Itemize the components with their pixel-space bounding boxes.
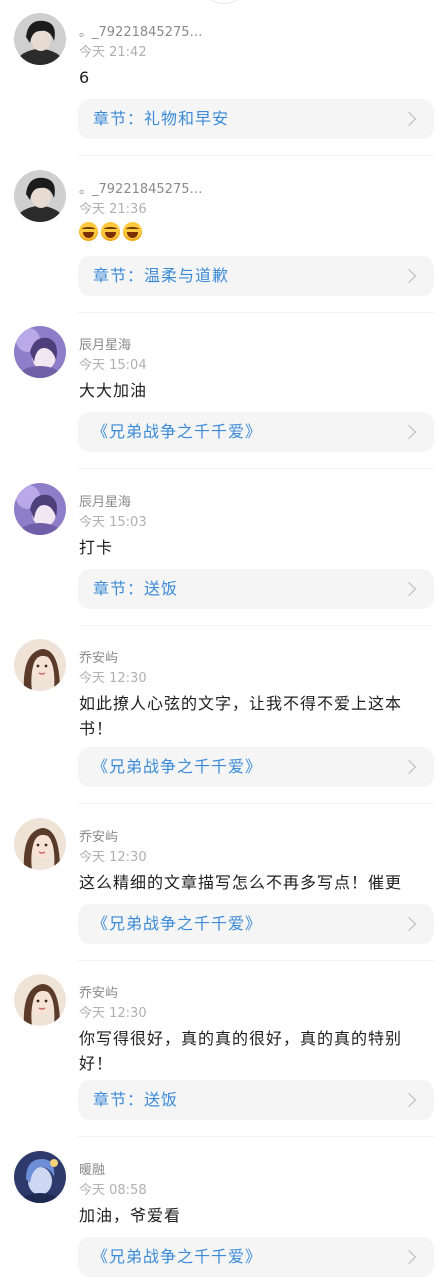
username[interactable]: 辰月星海 xyxy=(79,491,131,510)
timestamp: 今天 12:30 xyxy=(79,671,147,686)
source-label: 章节：送饭 xyxy=(93,1090,179,1109)
avatar[interactable] xyxy=(14,326,66,378)
divider xyxy=(78,155,434,156)
scroll-top-handle[interactable] xyxy=(204,0,244,4)
source-link[interactable]: 《兄弟战争之千千爱》 xyxy=(78,747,434,787)
chevron-right-icon xyxy=(401,1249,417,1265)
username[interactable]: 暖融 xyxy=(79,1159,105,1178)
avatar[interactable] xyxy=(14,974,66,1026)
username[interactable]: 乔安屿 xyxy=(79,826,118,845)
divider xyxy=(78,625,434,626)
timestamp: 今天 12:30 xyxy=(79,1006,147,1021)
divider xyxy=(78,1136,434,1137)
username[interactable]: 。_79221845275… xyxy=(79,21,202,40)
laughing-tears-emoji-icon xyxy=(79,222,98,241)
chevron-right-icon xyxy=(401,424,417,440)
source-link[interactable]: 章节：温柔与道歉 xyxy=(78,256,434,296)
chevron-right-icon xyxy=(401,268,417,284)
chevron-right-icon xyxy=(401,759,417,775)
source-link[interactable]: 章节：送饭 xyxy=(78,1080,434,1120)
comment-emoji-row xyxy=(79,222,142,241)
source-label: 《兄弟战争之千千爱》 xyxy=(92,422,263,441)
comment-text: 打卡 xyxy=(79,538,114,557)
source-label: 《兄弟战争之千千爱》 xyxy=(92,914,263,933)
source-label: 章节：温柔与道歉 xyxy=(93,266,230,285)
comment-text: 如此撩人心弦的文字，让我不得不爱上这本书！ xyxy=(79,694,403,738)
source-link[interactable]: 章节：送饭 xyxy=(78,569,434,609)
avatar[interactable] xyxy=(14,818,66,870)
username[interactable]: 。_79221845275… xyxy=(79,178,202,197)
comment-text: 你写得很好，真的真的很好，真的真的特别好！ xyxy=(79,1029,403,1073)
username[interactable]: 辰月星海 xyxy=(79,334,131,353)
divider xyxy=(78,312,434,313)
avatar[interactable] xyxy=(14,13,66,65)
laughing-tears-emoji-icon xyxy=(123,222,142,241)
avatar[interactable] xyxy=(14,1151,66,1203)
divider xyxy=(78,960,434,961)
source-link[interactable]: 《兄弟战争之千千爱》 xyxy=(78,904,434,944)
comment-text: 这么精细的文章描写怎么不再多写点！催更 xyxy=(79,873,403,892)
comment-text: 加油，爷爱看 xyxy=(79,1206,182,1225)
timestamp: 今天 15:03 xyxy=(79,515,147,530)
divider xyxy=(78,468,434,469)
avatar[interactable] xyxy=(14,483,66,535)
source-label: 章节：礼物和早安 xyxy=(93,109,230,128)
username[interactable]: 乔安屿 xyxy=(79,982,118,1001)
chevron-right-icon xyxy=(401,1092,417,1108)
timestamp: 今天 15:04 xyxy=(79,358,147,373)
comment-text: 大大加油 xyxy=(79,381,148,400)
username[interactable]: 乔安屿 xyxy=(79,647,118,666)
laughing-tears-emoji-icon xyxy=(101,222,120,241)
timestamp: 今天 21:36 xyxy=(79,202,147,217)
timestamp: 今天 08:58 xyxy=(79,1183,147,1198)
chevron-right-icon xyxy=(401,916,417,932)
comment-text: 6 xyxy=(79,68,91,87)
source-label: 《兄弟战争之千千爱》 xyxy=(92,757,263,776)
timestamp: 今天 21:42 xyxy=(79,45,147,60)
avatar[interactable] xyxy=(14,170,66,222)
source-link[interactable]: 章节：礼物和早安 xyxy=(78,99,434,139)
chevron-right-icon xyxy=(401,581,417,597)
timestamp: 今天 12:30 xyxy=(79,850,147,865)
source-link[interactable]: 《兄弟战争之千千爱》 xyxy=(78,1237,434,1277)
source-link[interactable]: 《兄弟战争之千千爱》 xyxy=(78,412,434,452)
source-label: 《兄弟战争之千千爱》 xyxy=(92,1247,263,1266)
source-label: 章节：送饭 xyxy=(93,579,179,598)
chevron-right-icon xyxy=(401,111,417,127)
divider xyxy=(78,803,434,804)
avatar[interactable] xyxy=(14,639,66,691)
